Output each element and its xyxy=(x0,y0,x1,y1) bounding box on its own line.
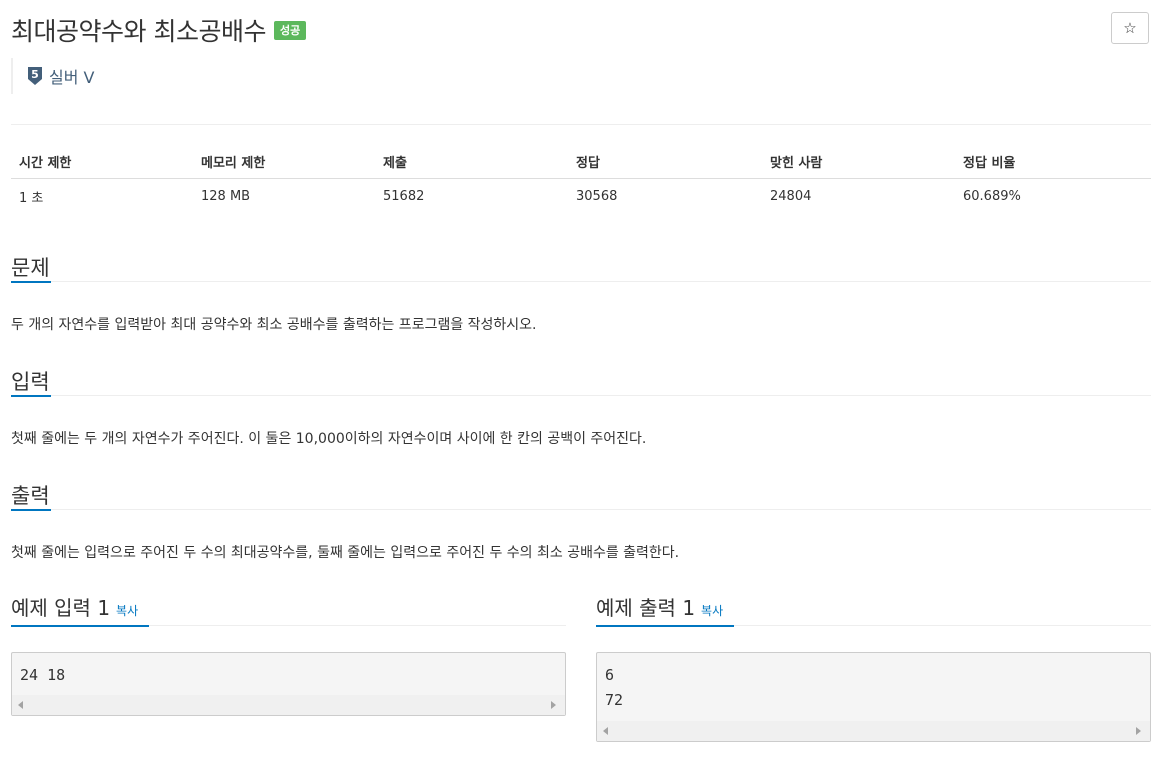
horizontal-scrollbar[interactable] xyxy=(12,695,565,715)
scroll-left-icon[interactable] xyxy=(603,727,608,735)
divider xyxy=(11,124,1151,125)
scroll-left-icon[interactable] xyxy=(18,701,23,709)
problem-description: 두 개의 자연수를 입력받아 최대 공약수와 최소 공배수를 출력하는 프로그램… xyxy=(11,317,537,333)
section-title: 문제 xyxy=(11,256,50,280)
problem-header: 최대공약수와 최소공배수 성공 xyxy=(11,12,307,48)
solved-users-value: 24804 xyxy=(770,189,812,204)
section-problem-header: 문제 xyxy=(11,252,1151,283)
section-title: 출력 xyxy=(11,484,50,508)
status-badge: 성공 xyxy=(273,20,307,40)
accept-ratio-value: 60.689% xyxy=(963,189,1021,204)
header-time-limit: 시간 제한 xyxy=(11,144,193,179)
section-output-header: 출력 xyxy=(11,480,1151,511)
tier-number: 5 xyxy=(31,68,39,81)
copy-input-button[interactable]: 복사 xyxy=(116,604,138,618)
accepted-value: 30568 xyxy=(576,189,618,204)
time-limit-value: 1 초 xyxy=(19,191,44,206)
header-accepted: 정답 xyxy=(568,144,762,179)
table-row: 1 초 128 MB 51682 30568 24804 60.689% xyxy=(11,179,1151,215)
header-accept-ratio: 정답 비율 xyxy=(955,144,1151,179)
star-button[interactable]: ☆ xyxy=(1111,12,1149,44)
silver-tier-icon: 5 xyxy=(28,67,42,85)
section-title: 입력 xyxy=(11,370,50,394)
sample-output-title: 예제 출력 1 xyxy=(596,596,696,620)
header-memory-limit: 메모리 제한 xyxy=(193,144,375,179)
copy-output-button[interactable]: 복사 xyxy=(701,604,723,618)
sample-input-box[interactable]: 24 18 xyxy=(11,652,566,716)
sample-output-box[interactable]: 6 72 xyxy=(596,652,1151,742)
submissions-value[interactable]: 51682 xyxy=(375,179,568,215)
star-icon: ☆ xyxy=(1123,19,1137,37)
scroll-right-icon[interactable] xyxy=(551,701,556,709)
header-solved-users: 맞힌 사람 xyxy=(762,144,955,179)
sample-output-header: 예제 출력 1 복사 xyxy=(596,590,1151,627)
sample-output-content: 6 72 xyxy=(605,666,624,709)
page-title: 최대공약수와 최소공배수 xyxy=(11,17,266,46)
input-description: 첫째 줄에는 두 개의 자연수가 주어진다. 이 둘은 10,000이하의 자연… xyxy=(11,431,647,447)
problem-info-table: 시간 제한 메모리 제한 제출 정답 맞힌 사람 정답 비율 1 초 128 M… xyxy=(11,144,1151,214)
tier-block: 5 실버 V xyxy=(11,58,94,94)
output-description: 첫째 줄에는 입력으로 주어진 두 수의 최대공약수를, 둘째 줄에는 입력으로… xyxy=(11,545,680,561)
sample-input-title: 예제 입력 1 xyxy=(11,596,111,620)
table-header-row: 시간 제한 메모리 제한 제출 정답 맞힌 사람 정답 비율 xyxy=(11,144,1151,179)
section-input-header: 입력 xyxy=(11,366,1151,397)
memory-limit-value: 128 MB xyxy=(201,189,251,204)
sample-input-header: 예제 입력 1 복사 xyxy=(11,590,566,627)
header-submissions: 제출 xyxy=(375,144,568,179)
tier-label[interactable]: 실버 V xyxy=(49,64,94,88)
sample-input-content: 24 18 xyxy=(20,666,66,684)
scroll-right-icon[interactable] xyxy=(1136,727,1141,735)
horizontal-scrollbar[interactable] xyxy=(597,721,1150,741)
